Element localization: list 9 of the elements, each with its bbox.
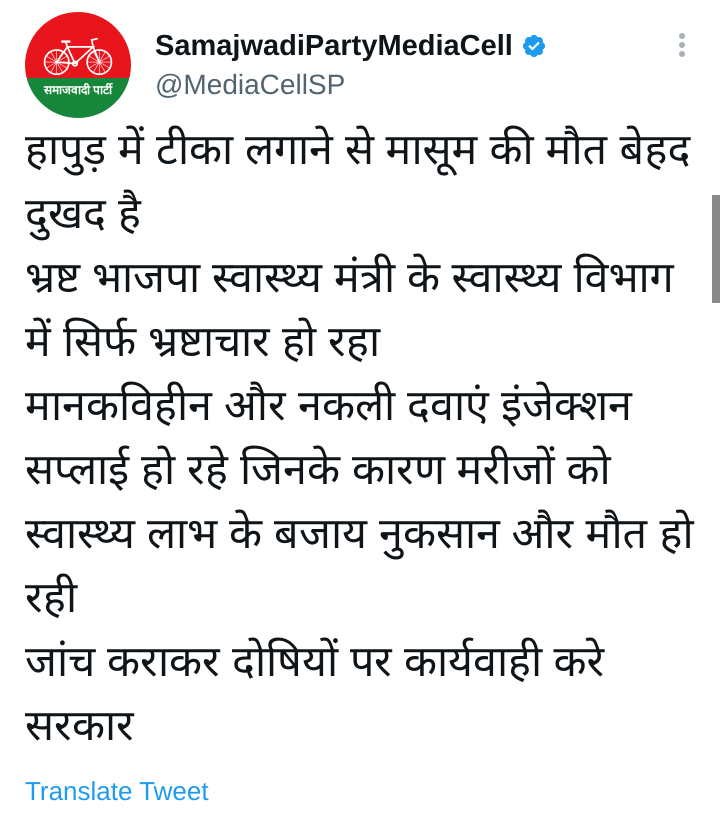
account-name[interactable]: SamajwadiPartyMediaCell: [155, 29, 513, 63]
tweet-text: मानकविहीन और नकली दवाएं इंजेक्शन सप्लाई हो रहे जिनके कारण मरीजों को स्वास्थ्य लाभ के बजाय नुकसान और मौत हो रही: [25, 380, 696, 624]
logo-text: समाजवादी पार्टी: [44, 82, 112, 98]
tweet-text: जांच कराकर दोषियों पर कार्यवाही करे सरकार: [25, 636, 606, 752]
more-options-icon[interactable]: [678, 32, 686, 58]
scrollbar[interactable]: [712, 195, 720, 303]
tweet-text: भ्रष्ट भाजपा स्वास्थ्य मंत्री के स्वास्थ्य विभाग में सिर्फ भ्रष्टाचार हो रहा: [25, 252, 676, 368]
account-handle[interactable]: @MediaCellSP: [155, 69, 547, 101]
tweet-text: हापुड़ में टीका लगाने से मासूम की मौत बेहद दुखद है: [25, 118, 698, 246]
